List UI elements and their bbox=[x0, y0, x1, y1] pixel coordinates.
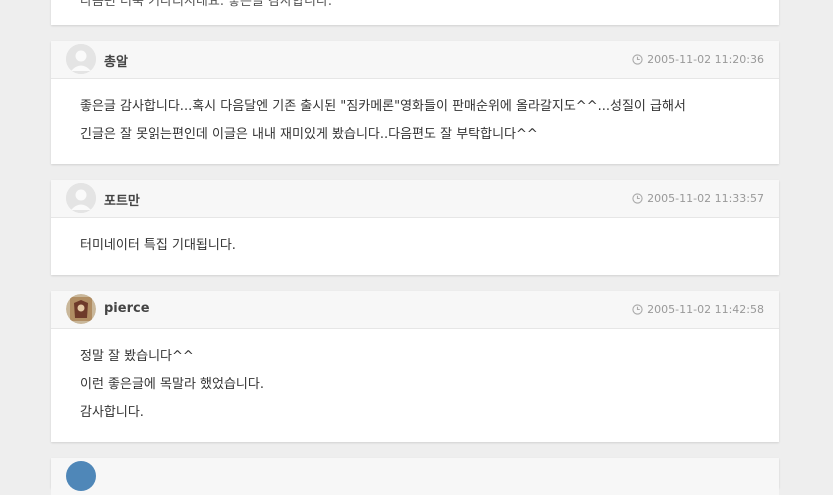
comment-date: 2005-11-02 11:42:58 bbox=[632, 303, 764, 316]
default-avatar-icon[interactable] bbox=[66, 44, 96, 74]
comment-body: 좋은글 감사합니다...혹시 다음달엔 기존 출시된 "짐카메론"영화들이 판매… bbox=[51, 79, 779, 165]
clock-icon bbox=[632, 304, 643, 315]
user-avatar[interactable] bbox=[66, 461, 96, 491]
comment-line: 다음편 더욱 기다리시네요. 좋은글 감사합니다. bbox=[80, 0, 333, 9]
comment-header: pierce 2005-11-02 11:42:58 bbox=[51, 291, 779, 329]
comment-card: 포트만 2005-11-02 11:33:57 터미네이터 특집 기대됩니다. bbox=[51, 180, 779, 275]
clock-icon bbox=[632, 193, 643, 204]
comment-body: 다음편 더욱 기다리시네요. 좋은글 감사합니다. bbox=[51, 0, 779, 32]
comment-card: 다음편 더욱 기다리시네요. 좋은글 감사합니다. bbox=[51, 0, 779, 25]
comment-body: 터미네이터 특집 기대됩니다. bbox=[51, 218, 779, 276]
comment-header: 포트만 2005-11-02 11:33:57 bbox=[51, 180, 779, 218]
comment-author[interactable]: 총알 bbox=[104, 51, 128, 70]
clock-icon bbox=[632, 54, 643, 65]
comment-date: 2005-11-02 11:33:57 bbox=[632, 192, 764, 205]
comment-header: 총알 2005-11-02 11:20:36 bbox=[51, 41, 779, 79]
comment-line: 긴글은 잘 못읽는편인데 이글은 내내 재미있게 봤습니다..다음편도 잘 부탁… bbox=[80, 127, 538, 142]
date-text: 2005-11-02 11:33:57 bbox=[647, 192, 764, 205]
comment-line: 정말 잘 봤습니다^^ bbox=[80, 349, 194, 364]
user-avatar[interactable] bbox=[66, 294, 96, 324]
comment-header bbox=[51, 458, 779, 495]
comment-date: 2005-11-02 11:20:36 bbox=[632, 53, 764, 66]
comment-body: 정말 잘 봤습니다^^ 이런 좋은글에 목말라 했었습니다. 감사합니다. bbox=[51, 329, 779, 443]
comment-card: pierce 2005-11-02 11:42:58 정말 잘 봤습니다^^ 이… bbox=[51, 291, 779, 442]
comment-author[interactable]: pierce bbox=[104, 301, 150, 316]
comment-line: 이런 좋은글에 목말라 했었습니다. bbox=[80, 377, 264, 392]
default-avatar-icon[interactable] bbox=[66, 183, 96, 213]
date-text: 2005-11-02 11:42:58 bbox=[647, 303, 764, 316]
comment-card: 총알 2005-11-02 11:20:36 좋은글 감사합니다...혹시 다음… bbox=[51, 41, 779, 164]
comment-card bbox=[51, 458, 779, 495]
comment-line: 좋은글 감사합니다...혹시 다음달엔 기존 출시된 "짐카메론"영화들이 판매… bbox=[80, 99, 686, 114]
comment-line: 터미네이터 특집 기대됩니다. bbox=[80, 238, 236, 253]
comment-line: 감사합니다. bbox=[80, 405, 144, 420]
date-text: 2005-11-02 11:20:36 bbox=[647, 53, 764, 66]
comment-author[interactable]: 포트만 bbox=[104, 190, 140, 209]
